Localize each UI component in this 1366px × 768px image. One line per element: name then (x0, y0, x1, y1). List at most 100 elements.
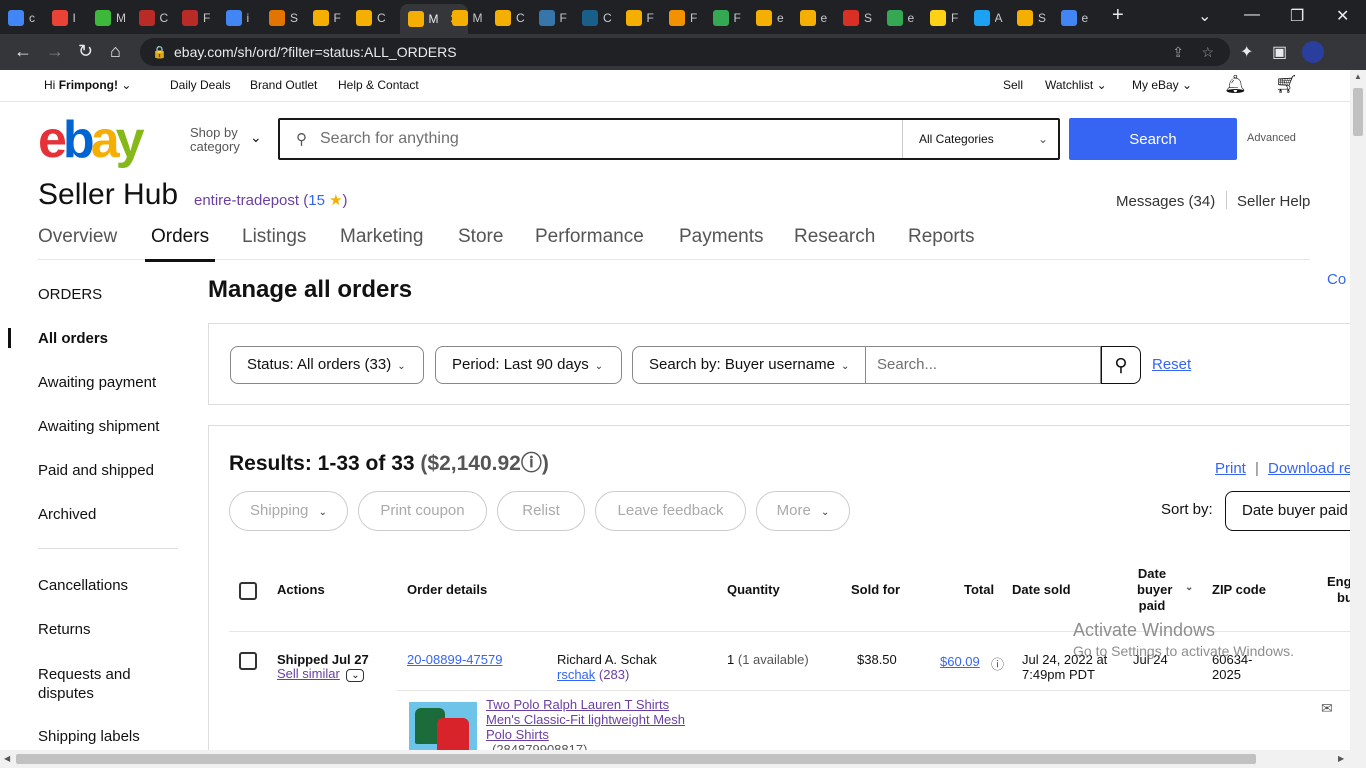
more-button[interactable]: More ⌄ (756, 491, 850, 531)
notification-bell-icon[interactable]: 🔔︎ (1224, 74, 1247, 95)
browser-tab[interactable]: e (886, 4, 920, 32)
shop-by-category-button[interactable]: Shop by category ⌄ (190, 126, 262, 154)
column-header-date-paid[interactable]: Date buyer paid (1137, 566, 1172, 614)
relist-button[interactable]: Relist (497, 491, 585, 531)
restore-icon[interactable]: ❐ (1290, 6, 1304, 26)
download-report-link[interactable]: Download re (1268, 460, 1350, 477)
browser-tab[interactable]: F (625, 4, 659, 32)
side-panel-icon[interactable]: ▣ (1272, 42, 1287, 62)
horizontal-scrollbar[interactable]: ◀ ▶ (0, 750, 1366, 768)
browser-tab[interactable]: S (1017, 4, 1050, 32)
tab-performance[interactable]: Performance (535, 226, 644, 260)
sidebar-item-paid-shipped[interactable]: Paid and shipped (38, 462, 154, 479)
bookmark-star-icon[interactable]: ☆ (1201, 38, 1214, 66)
browser-tab[interactable]: C (495, 4, 528, 32)
dismiss-icon[interactable]: ✉ (1321, 700, 1333, 717)
horizontal-scroll-thumb[interactable] (16, 754, 1256, 764)
sort-select[interactable]: Date buyer paid (1225, 491, 1350, 531)
browser-tab[interactable]: e (756, 4, 789, 32)
tab-listings[interactable]: Listings (242, 226, 306, 260)
sidebar-item-returns[interactable]: Returns (38, 621, 91, 638)
order-number-link[interactable]: 20-08899-47579 (407, 652, 502, 667)
vertical-scroll-thumb[interactable] (1353, 88, 1363, 136)
tab-marketing[interactable]: Marketing (340, 226, 423, 260)
browser-tab[interactable]: i (225, 4, 259, 32)
category-select[interactable]: All Categories ⌄ (902, 120, 1060, 158)
tab-reports[interactable]: Reports (908, 226, 975, 260)
browser-tab[interactable]: F (669, 4, 702, 32)
browser-tab[interactable]: F (538, 4, 572, 32)
ebay-logo[interactable]: ebay (38, 112, 145, 168)
status-filter[interactable]: Status: All orders (33) ⌄ (230, 346, 424, 384)
browser-tab[interactable]: c (8, 4, 41, 32)
tab-overview[interactable]: Overview (38, 226, 117, 260)
sidebar-item-cancellations[interactable]: Cancellations (38, 577, 128, 594)
info-icon[interactable]: ⓘ (521, 452, 542, 475)
search-by-select[interactable]: Search by: Buyer username ⌄ (632, 346, 866, 384)
help-contact-link[interactable]: Help & Contact (338, 78, 419, 92)
total-link[interactable]: $60.09 (940, 654, 980, 669)
browser-tab[interactable]: M (451, 4, 485, 32)
seller-help-link[interactable]: Seller Help (1237, 193, 1310, 210)
leave-feedback-button[interactable]: Leave feedback (595, 491, 746, 531)
url-field[interactable]: 🔒 ebay.com/sh/ord/?filter=status:ALL_ORD… (140, 38, 1230, 66)
sidebar-item-archived[interactable]: Archived (38, 506, 96, 523)
browser-tab[interactable]: e (799, 4, 833, 32)
reset-link[interactable]: Reset (1152, 356, 1191, 373)
profile-avatar[interactable] (1302, 41, 1324, 63)
share-icon[interactable]: ⇪ (1172, 38, 1184, 66)
browser-tab[interactable]: S (843, 4, 876, 32)
sidebar-item-shipping-labels[interactable]: Shipping labels (38, 728, 140, 745)
browser-tab[interactable]: F (182, 4, 215, 32)
home-icon[interactable]: ⌂ (110, 42, 121, 60)
browser-tab[interactable]: S (269, 4, 302, 32)
forward-icon[interactable]: → (46, 42, 64, 60)
daily-deals-link[interactable]: Daily Deals (170, 78, 231, 92)
browser-tab[interactable]: F (930, 4, 963, 32)
corner-link[interactable]: Co (1327, 271, 1346, 288)
period-filter[interactable]: Period: Last 90 days ⌄ (435, 346, 622, 384)
search-input[interactable] (280, 120, 902, 158)
chevron-down-icon[interactable]: ⌄ (346, 669, 365, 682)
brand-outlet-link[interactable]: Brand Outlet (250, 78, 317, 92)
info-icon[interactable]: ⓘ (991, 654, 1004, 673)
select-all-checkbox[interactable] (239, 582, 257, 600)
print-coupon-button[interactable]: Print coupon (358, 491, 487, 531)
advanced-search-link[interactable]: Advanced (1247, 132, 1296, 144)
seller-name[interactable]: entire-tradepost (15 ★) (194, 191, 348, 209)
greeting[interactable]: Hi Frimpong! ⌄ (44, 78, 131, 92)
tab-payments[interactable]: Payments (679, 226, 763, 260)
item-thumbnail[interactable] (409, 702, 477, 750)
scroll-right-icon[interactable]: ▶ (1338, 754, 1344, 763)
search-icon[interactable]: ⚲ (1101, 346, 1141, 384)
search-button[interactable]: Search (1069, 118, 1237, 160)
order-search-input[interactable]: Search... (865, 346, 1101, 384)
close-window-icon[interactable]: ✕ (1336, 6, 1349, 26)
row-checkbox[interactable] (239, 652, 257, 670)
tab-store[interactable]: Store (458, 226, 503, 260)
messages-link[interactable]: Messages (34) (1116, 193, 1215, 210)
browser-tab[interactable]: F (312, 4, 346, 32)
sell-similar-link[interactable]: Sell similar ⌄ (277, 666, 365, 682)
tab-search-icon[interactable]: ⌄ (1198, 6, 1211, 26)
browser-tab[interactable]: M (95, 4, 128, 32)
sidebar-item-all-orders[interactable]: All orders (38, 330, 108, 347)
browser-tab[interactable]: C (356, 4, 389, 32)
sidebar-item-awaiting-payment[interactable]: Awaiting payment (38, 374, 156, 391)
vertical-scrollbar[interactable]: ▲ (1350, 70, 1366, 750)
minimize-icon[interactable]: — (1244, 6, 1260, 24)
browser-tab[interactable]: I (51, 4, 85, 32)
my-ebay-link[interactable]: My eBay ⌄ (1132, 78, 1192, 92)
tab-orders[interactable]: Orders (144, 226, 216, 262)
tab-research[interactable]: Research (794, 226, 875, 260)
scroll-left-icon[interactable]: ◀ (4, 754, 10, 763)
browser-tab[interactable]: C (582, 4, 615, 32)
extensions-icon[interactable]: ✦ (1240, 42, 1253, 62)
back-icon[interactable]: ← (14, 42, 32, 60)
new-tab-icon[interactable]: + (1112, 4, 1124, 27)
sidebar-item-awaiting-shipment[interactable]: Awaiting shipment (38, 418, 159, 435)
sidebar-item-requests-disputes[interactable]: Requests and disputes (38, 665, 168, 703)
item-title-link[interactable]: Two Polo Ralph Lauren T Shirts Men's Cla… (486, 697, 685, 750)
browser-tab[interactable]: F (712, 4, 746, 32)
sell-link[interactable]: Sell (1003, 78, 1023, 92)
